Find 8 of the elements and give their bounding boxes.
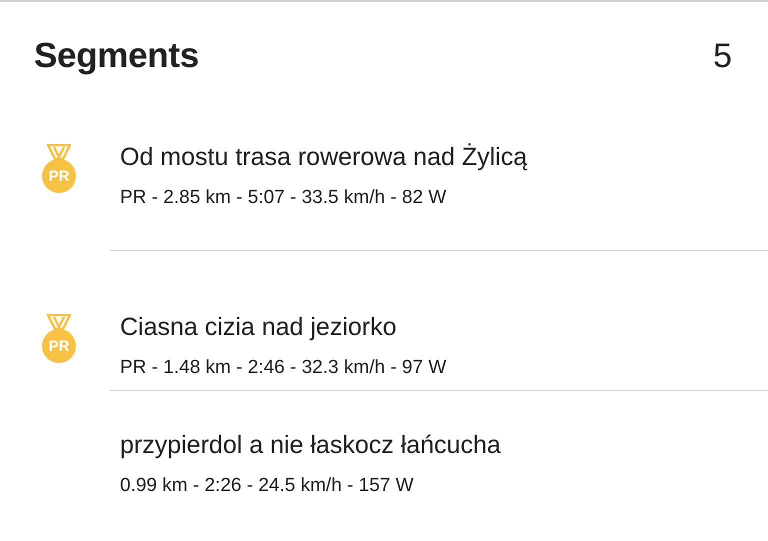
segment-count: 5	[713, 36, 732, 76]
segment-name[interactable]: przypierdol a nie łaskocz łańcucha	[120, 430, 501, 460]
section-title: Segments	[34, 36, 199, 76]
segment-name[interactable]: Ciasna cizia nad jeziorko	[120, 312, 446, 342]
segment-name[interactable]: Od mostu trasa rowerowa nad Żylicą	[120, 142, 528, 172]
segment-stats: PR - 1.48 km - 2:46 - 32.3 km/h - 97 W	[120, 356, 446, 380]
segment-stats: 0.99 km - 2:26 - 24.5 km/h - 157 W	[120, 474, 415, 498]
segment-stats: PR - 2.85 km - 5:07 - 33.5 km/h - 82 W	[120, 186, 448, 210]
